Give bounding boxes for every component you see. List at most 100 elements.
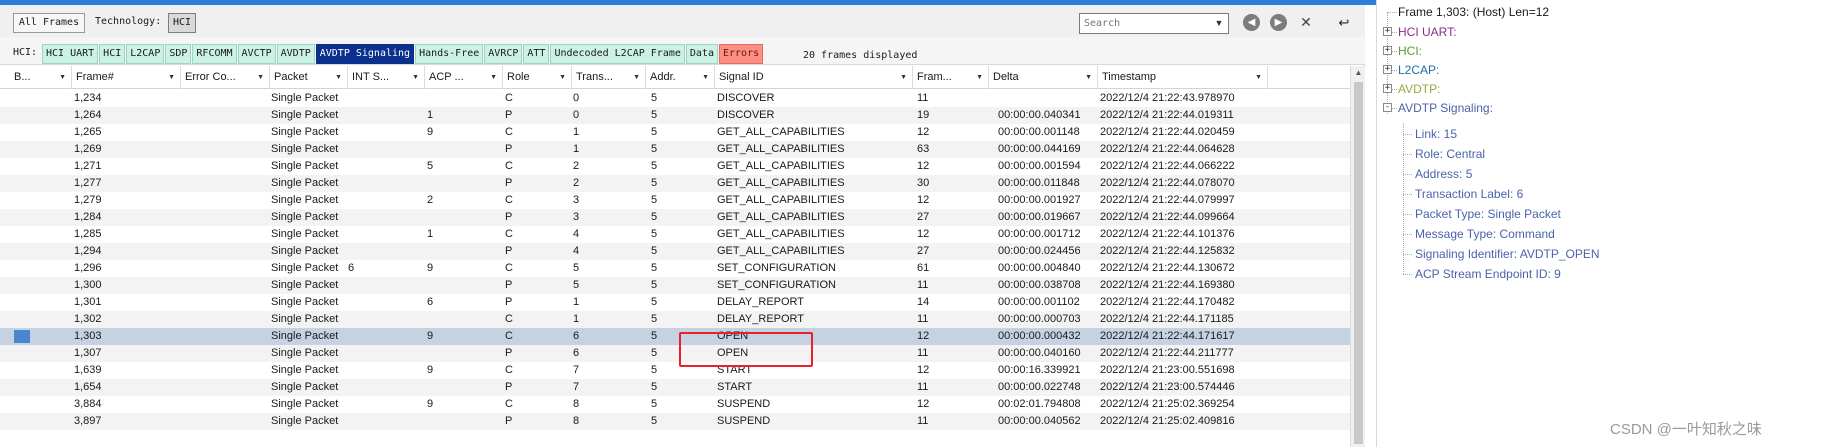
table-row[interactable]: 1,302 Single Packet C 1 5 DELAY_REPORT 11 00:00… bbox=[0, 311, 1350, 328]
sort-dropdown-icon[interactable]: ▼ bbox=[412, 66, 419, 89]
tree-child-item[interactable]: Packet Type: Single Packet bbox=[1415, 206, 1561, 222]
tree-child-item[interactable]: Signaling Identifier: AVDTP_OPEN bbox=[1415, 246, 1600, 262]
table-row[interactable]: 1,264 Single Packet 1 P 0 5 DISCOVER 19 00:00:00… bbox=[0, 107, 1350, 124]
tree-node-label[interactable]: HCI UART: bbox=[1398, 24, 1456, 40]
tree-child-item[interactable]: ACP Stream Endpoint ID: 9 bbox=[1415, 266, 1561, 282]
vertical-scrollbar[interactable]: ▲ bbox=[1350, 66, 1365, 447]
filter-hands-free[interactable]: Hands-Free bbox=[415, 44, 484, 64]
table-row[interactable]: 3,884 Single Packet 9 C 8 5 SUSPEND 12 00:02:01.… bbox=[0, 396, 1350, 413]
column-header[interactable]: Trans... ▼ bbox=[572, 66, 646, 89]
column-header[interactable]: ACP ... ▼ bbox=[425, 66, 503, 89]
tree-child-item[interactable]: Address: 5 bbox=[1415, 166, 1472, 182]
cell-acp: 1 bbox=[427, 109, 434, 121]
filter-rfcomm[interactable]: RFCOMM bbox=[192, 44, 237, 64]
sort-dropdown-icon[interactable]: ▼ bbox=[976, 66, 983, 89]
column-header[interactable]: Packet ▼ bbox=[270, 66, 348, 89]
column-header[interactable]: B... ▼ bbox=[10, 66, 72, 89]
sort-dropdown-icon[interactable]: ▼ bbox=[900, 66, 907, 89]
scrollbar-thumb[interactable] bbox=[1354, 82, 1363, 444]
table-row[interactable]: 1,294 Single Packet P 4 5 GET_ALL_CAPABILITIE… bbox=[0, 243, 1350, 260]
table-row[interactable]: 1,301 Single Packet 6 P 1 5 DELAY_REPORT 14 00:0… bbox=[0, 294, 1350, 311]
arrow-right-circle-icon[interactable]: ▶ bbox=[1270, 14, 1287, 31]
search-input[interactable] bbox=[1080, 14, 1208, 33]
table-row[interactable]: 1,296 Single Packet 6 9 C 5 5 SET_CONFIGURATION… bbox=[0, 260, 1350, 277]
table-row[interactable]: 1,654 Single Packet P 7 5 START 11 00:00:00.022… bbox=[0, 379, 1350, 396]
filter-hci-uart[interactable]: HCI UART bbox=[42, 44, 99, 64]
column-header[interactable]: Delta ▼ bbox=[989, 66, 1098, 89]
filter-att[interactable]: ATT bbox=[523, 44, 550, 64]
close-icon[interactable]: ✕ bbox=[1297, 13, 1315, 31]
expand-plus-icon[interactable]: + bbox=[1383, 84, 1392, 93]
cell-acp bbox=[427, 175, 501, 192]
table-row[interactable]: 1,279 Single Packet 2 C 3 5 GET_ALL_CAPABILITI… bbox=[0, 192, 1350, 209]
expand-plus-icon[interactable]: + bbox=[1383, 65, 1392, 74]
sort-dropdown-icon[interactable]: ▼ bbox=[702, 66, 709, 89]
tree-child-item[interactable]: Transaction Label: 6 bbox=[1415, 186, 1523, 202]
filter-avrcp[interactable]: AVRCP bbox=[484, 44, 523, 64]
sort-dropdown-icon[interactable]: ▼ bbox=[490, 66, 497, 89]
column-header[interactable]: Frame# ▼ bbox=[72, 66, 181, 89]
table-row[interactable]: 1,307 Single Packet P 6 5 OPEN 11 00:00:00.0401… bbox=[0, 345, 1350, 362]
cell-delta: 00:00:00.004840 bbox=[998, 262, 1081, 274]
cell-signal: DELAY_REPORT bbox=[717, 296, 805, 308]
tree-node-label[interactable]: HCI: bbox=[1398, 43, 1422, 59]
table-row[interactable]: 1,269 Single Packet P 1 5 GET_ALL_CAPABILITIE… bbox=[0, 141, 1350, 158]
column-header[interactable]: Timestamp ▼ bbox=[1098, 66, 1268, 89]
table-row[interactable]: 1,284 Single Packet P 3 5 GET_ALL_CAPABILITIE… bbox=[0, 209, 1350, 226]
tree-node-label[interactable]: AVDTP Signaling: bbox=[1398, 100, 1493, 116]
tree-child-item[interactable]: Role: Central bbox=[1415, 146, 1485, 162]
table-row[interactable]: 1,300 Single Packet P 5 5 SET_CONFIGURATION 11… bbox=[0, 277, 1350, 294]
tree-node-label[interactable]: L2CAP: bbox=[1398, 62, 1439, 78]
table-row[interactable]: 3,897 Single Packet P 8 5 SUSPEND 11 00:00:00.0… bbox=[0, 413, 1350, 430]
filter-sdp[interactable]: SDP bbox=[165, 44, 192, 64]
sort-dropdown-icon[interactable]: ▼ bbox=[59, 66, 66, 89]
table-row[interactable]: 1,303 Single Packet 9 C 6 5 OPEN 12 00:00:00.000… bbox=[0, 328, 1350, 345]
column-header[interactable]: Addr. ▼ bbox=[646, 66, 715, 89]
sort-dropdown-icon[interactable]: ▼ bbox=[1255, 66, 1262, 89]
cell-ts: 2022/12/4 21:22:44.020459 bbox=[1100, 126, 1235, 138]
scroll-up-icon[interactable]: ▲ bbox=[1351, 68, 1366, 80]
filter-avctp[interactable]: AVCTP bbox=[237, 44, 276, 64]
sort-dropdown-icon[interactable]: ▼ bbox=[1085, 66, 1092, 89]
arrow-left-circle-icon[interactable]: ◀ bbox=[1243, 14, 1260, 31]
chevron-down-icon[interactable]: ▼ bbox=[1210, 14, 1228, 33]
filter-avdtp-signaling[interactable]: AVDTP Signaling bbox=[315, 44, 415, 64]
table-row[interactable]: 1,639 Single Packet 9 C 7 5 START 12 00:00:16.33… bbox=[0, 362, 1350, 379]
cell-frame: 1,264 bbox=[74, 109, 102, 121]
tree-child-item[interactable]: Message Type: Command bbox=[1415, 226, 1555, 242]
tree-connector-line bbox=[1403, 194, 1412, 195]
filter-avdtp[interactable]: AVDTP bbox=[276, 44, 315, 64]
filter-errors[interactable]: Errors bbox=[718, 44, 764, 64]
technology-hci-button[interactable]: HCI bbox=[168, 13, 196, 33]
export-icon[interactable]: ↩ bbox=[1335, 13, 1353, 32]
column-header[interactable]: INT S... ▼ bbox=[348, 66, 425, 89]
tree-node-label[interactable]: AVDTP: bbox=[1398, 81, 1440, 97]
expand-plus-icon[interactable]: + bbox=[1383, 27, 1392, 36]
column-header[interactable]: Error Co... ▼ bbox=[181, 66, 270, 89]
sort-dropdown-icon[interactable]: ▼ bbox=[633, 66, 640, 89]
top-toolbar: All Frames Technology: HCI ▼ ◀ ▶ ✕ ↩ bbox=[0, 5, 1365, 37]
table-row[interactable]: 1,271 Single Packet 5 C 2 5 GET_ALL_CAPABILITI… bbox=[0, 158, 1350, 175]
sort-dropdown-icon[interactable]: ▼ bbox=[257, 66, 264, 89]
table-row[interactable]: 1,234 Single Packet C 0 5 DISCOVER 11 2022/12/4… bbox=[0, 90, 1350, 107]
tree-child-item[interactable]: Link: 15 bbox=[1415, 126, 1457, 142]
filter-l2cap[interactable]: L2CAP bbox=[126, 44, 165, 64]
cell-role: P bbox=[505, 143, 513, 155]
column-header[interactable]: Role ▼ bbox=[503, 66, 572, 89]
sort-dropdown-icon[interactable]: ▼ bbox=[335, 66, 342, 89]
search-combobox[interactable]: ▼ bbox=[1079, 13, 1229, 34]
sort-dropdown-icon[interactable]: ▼ bbox=[168, 66, 175, 89]
filter-data[interactable]: Data bbox=[685, 44, 718, 64]
all-frames-button[interactable]: All Frames bbox=[13, 13, 85, 33]
filter-hci[interactable]: HCI bbox=[99, 44, 126, 64]
table-row[interactable]: 1,285 Single Packet 1 C 4 5 GET_ALL_CAPABILITI… bbox=[0, 226, 1350, 243]
sort-dropdown-icon[interactable]: ▼ bbox=[559, 66, 566, 89]
column-header[interactable]: Signal ID ▼ bbox=[715, 66, 913, 89]
table-row[interactable]: 1,277 Single Packet P 2 5 GET_ALL_CAPABILITIE… bbox=[0, 175, 1350, 192]
cell-delta: 00:00:00.000432 bbox=[998, 330, 1081, 342]
table-row[interactable]: 1,265 Single Packet 9 C 1 5 GET_ALL_CAPABILITI… bbox=[0, 124, 1350, 141]
filter-undecoded-l2cap-frame[interactable]: Undecoded L2CAP Frame bbox=[550, 44, 685, 64]
column-header[interactable]: Fram... ▼ bbox=[913, 66, 989, 89]
expand-plus-icon[interactable]: + bbox=[1383, 46, 1392, 55]
collapse-minus-icon[interactable]: - bbox=[1383, 103, 1392, 112]
